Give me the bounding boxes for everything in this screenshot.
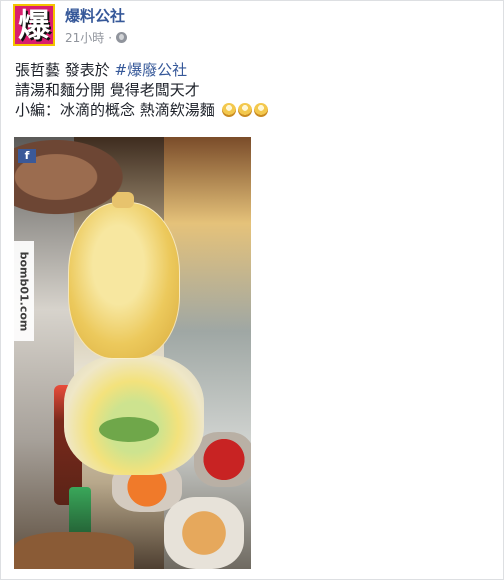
noodle-bowl-icon: [237, 103, 252, 117]
soup-bag: [68, 202, 180, 359]
post-timestamp[interactable]: 21小時: [65, 29, 104, 46]
watermark-text: bomb01.com: [17, 251, 31, 331]
post-body: 張哲藝 發表於 #爆廢公社 請湯和麵分開 覺得老闆天才 小編：冰滴的概念 熱滴欸…: [15, 60, 485, 120]
post-card: 爆 爆料公社 21小時 · 張哲藝 發表於 #爆廢公社 請湯和麵分開 覺得老闆天…: [0, 0, 504, 580]
hashtag-link[interactable]: #爆廢公社: [115, 61, 188, 79]
sauce-bowl: [164, 497, 244, 569]
post-meta: 21小時 ·: [65, 29, 128, 46]
page-name-link[interactable]: 爆料公社: [65, 5, 125, 26]
chili-bowl: [194, 432, 251, 487]
post-photo[interactable]: f: [14, 137, 251, 569]
avatar-logo-text: 爆: [17, 6, 50, 44]
post-line-3-text: 小編：冰滴的概念 熱滴欸湯麵: [15, 101, 215, 119]
cutting-board: [14, 532, 134, 569]
noodle-bowl-icon: [221, 103, 236, 117]
post-line-1: 張哲藝 發表於 #爆廢公社: [15, 60, 485, 80]
post-line-3: 小編：冰滴的概念 熱滴欸湯麵: [15, 100, 485, 120]
page-avatar[interactable]: 爆: [13, 4, 55, 46]
facebook-icon: f: [18, 149, 36, 163]
meta-separator: ·: [108, 30, 113, 45]
vegetables: [99, 417, 159, 442]
post-line-2: 請湯和麵分開 覺得老闆天才: [15, 81, 200, 99]
post-line-1-text: 張哲藝 發表於: [15, 61, 115, 79]
green-jar: [69, 487, 91, 537]
globe-icon[interactable]: [116, 32, 128, 43]
site-watermark: bomb01.com: [14, 241, 34, 341]
noodle-bowl-icon: [253, 103, 268, 117]
noodle-bag: [64, 355, 204, 475]
